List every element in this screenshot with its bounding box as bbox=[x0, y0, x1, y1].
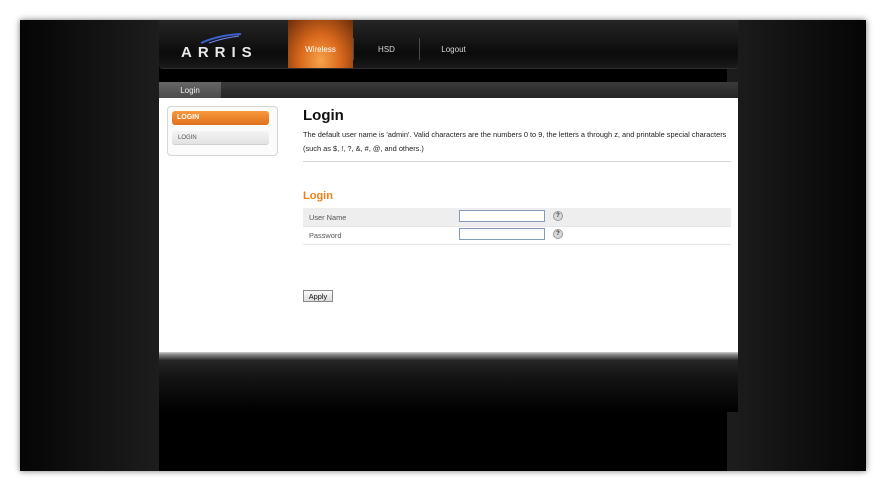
sub-navigation: LOGIN LOGIN bbox=[167, 106, 278, 156]
divider bbox=[303, 161, 731, 162]
subnav-item-login[interactable]: LOGIN bbox=[172, 131, 269, 145]
question-mark-icon[interactable]: ? bbox=[553, 211, 563, 221]
password-input[interactable] bbox=[459, 228, 545, 240]
question-mark-icon[interactable]: ? bbox=[553, 229, 563, 239]
password-label: Password bbox=[309, 231, 342, 240]
page-description: The default user name is 'admin'. Valid … bbox=[303, 130, 727, 153]
footer-reflection bbox=[159, 352, 738, 412]
subnav-header-login[interactable]: LOGIN bbox=[172, 111, 269, 125]
username-input[interactable] bbox=[459, 210, 545, 222]
page-title: Login bbox=[303, 107, 344, 124]
app-frame: ARRIS Wireless HSD Logout Login LOGIN LO… bbox=[20, 20, 866, 471]
right-backdrop bbox=[727, 20, 866, 471]
main-panel: LOGIN LOGIN Login The default user name … bbox=[159, 98, 738, 352]
nav-divider bbox=[419, 38, 420, 60]
arris-logo[interactable]: ARRIS bbox=[181, 44, 258, 61]
tab-login[interactable]: Login bbox=[159, 82, 221, 98]
nav-tab-logout[interactable]: Logout bbox=[421, 20, 486, 68]
nav-tab-hsd[interactable]: HSD bbox=[354, 20, 419, 68]
left-backdrop bbox=[20, 20, 159, 471]
apply-button[interactable]: Apply bbox=[303, 290, 333, 302]
form-row-username: User Name ? bbox=[303, 208, 731, 227]
header-bar: ARRIS Wireless HSD Logout bbox=[159, 20, 738, 69]
tab-strip: Login bbox=[159, 82, 738, 98]
nav-tab-wireless[interactable]: Wireless bbox=[288, 20, 353, 68]
section-title: Login bbox=[303, 190, 333, 202]
form-row-password: Password ? bbox=[303, 226, 731, 245]
username-label: User Name bbox=[309, 213, 347, 222]
